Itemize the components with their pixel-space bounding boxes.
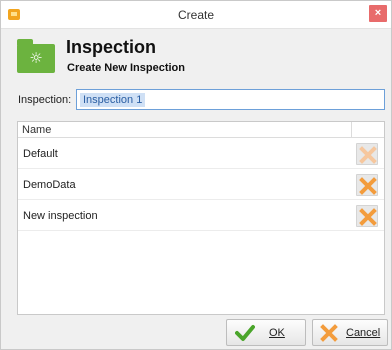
delete-button — [356, 143, 378, 165]
column-separator — [351, 122, 352, 137]
delete-button[interactable] — [356, 205, 378, 227]
cancel-label: Cancel — [346, 327, 381, 339]
column-header-name[interactable]: Name — [22, 124, 51, 136]
inspection-label: Inspection: — [18, 94, 72, 106]
list-item-name: DemoData — [23, 179, 76, 191]
list-item[interactable]: Default — [18, 139, 384, 169]
title-bar[interactable]: Create × — [1, 1, 391, 29]
cancel-button[interactable]: Cancel — [312, 319, 388, 346]
delete-button[interactable] — [356, 174, 378, 196]
folder-sun-icon: ☼ — [17, 39, 55, 73]
cancel-x-icon — [320, 324, 338, 342]
close-button[interactable]: × — [369, 5, 387, 22]
ok-label: OK — [269, 327, 285, 339]
list-item-name: Default — [23, 148, 58, 160]
list-item-name: New inspection — [23, 210, 98, 222]
list-item[interactable]: New inspection — [18, 201, 384, 231]
list-header: Name — [18, 122, 384, 138]
ok-button[interactable]: OK — [226, 319, 306, 346]
header-subtitle: Create New Inspection — [67, 62, 185, 74]
list-item[interactable]: DemoData — [18, 170, 384, 200]
delete-x-icon — [359, 177, 377, 195]
sun-glyph: ☼ — [29, 49, 43, 67]
header-title: Inspection — [66, 37, 157, 57]
window-title: Create — [177, 8, 215, 22]
inspection-list: Name Default DemoData New inspection — [17, 121, 385, 315]
create-dialog: Create × ☼ Inspection Create New Inspect… — [0, 0, 392, 350]
inspection-name-value: Inspection 1 — [80, 93, 146, 107]
inspection-name-input[interactable]: Inspection 1 — [76, 89, 385, 110]
checkmark-icon — [235, 325, 255, 341]
delete-x-icon — [359, 146, 377, 164]
delete-x-icon — [359, 208, 377, 226]
